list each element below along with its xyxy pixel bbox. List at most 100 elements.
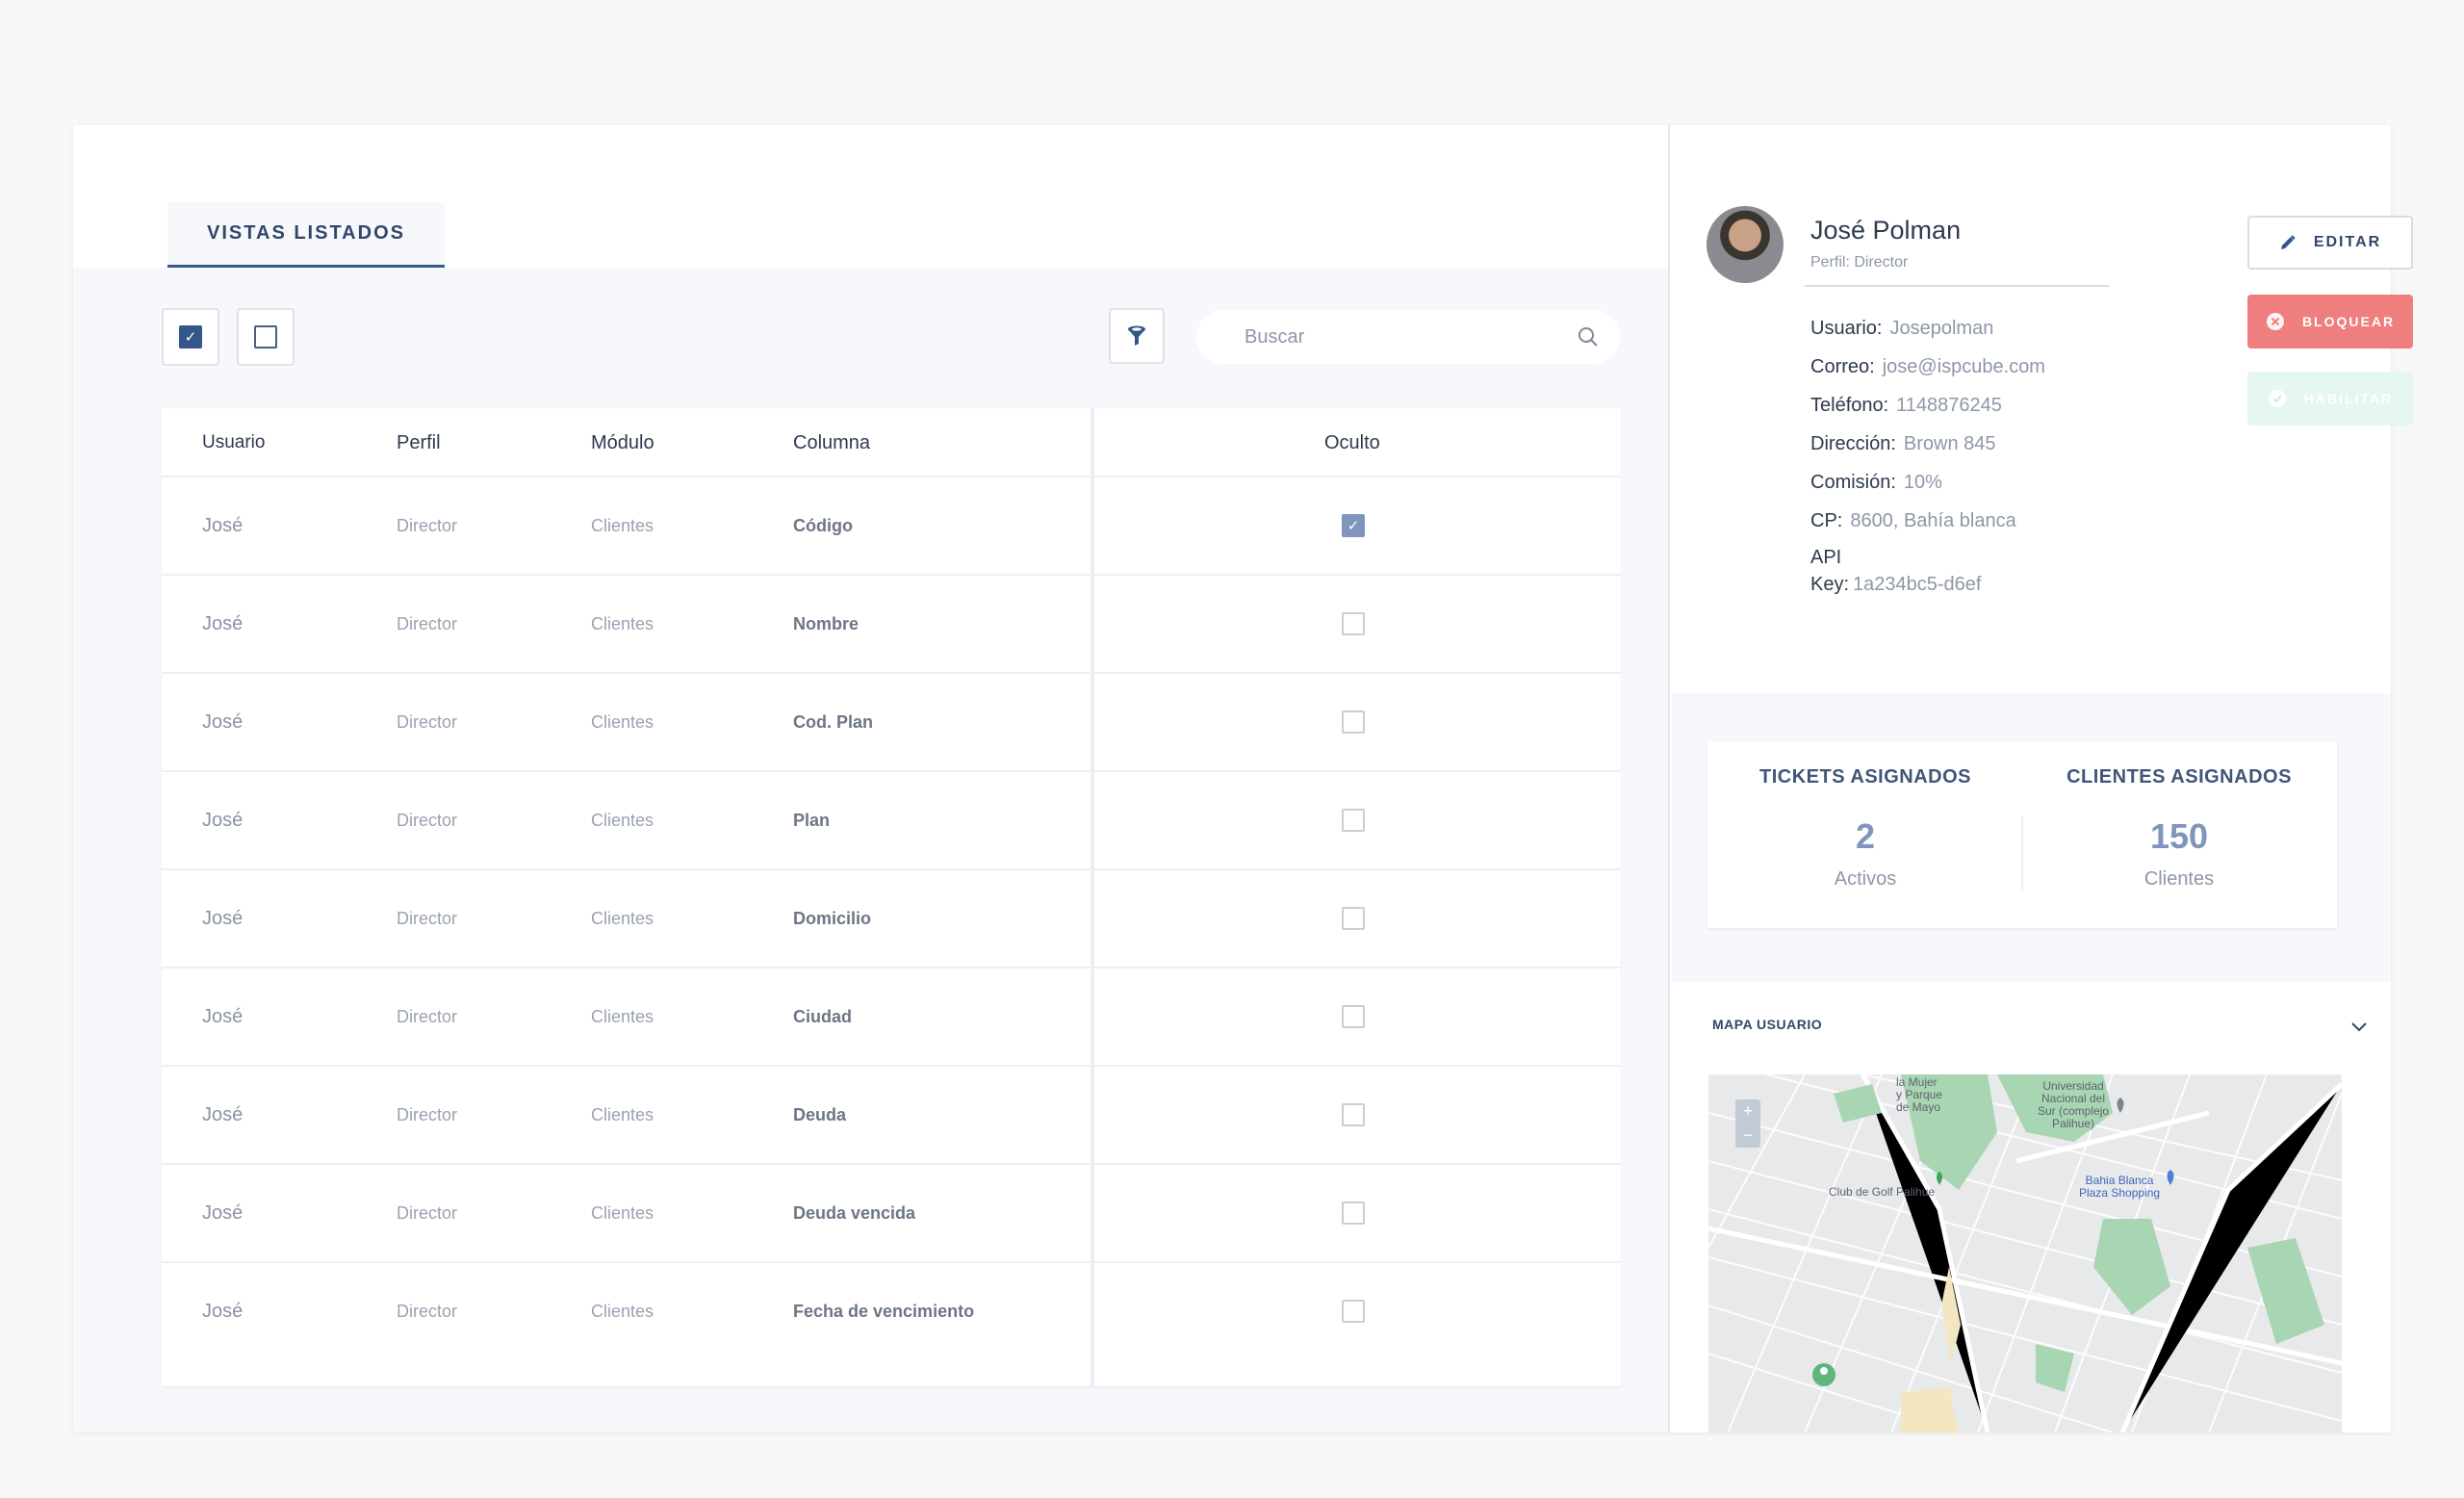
profile-field: Correo: jose@ispcube.com [1810,356,2045,378]
check-circle-icon [2268,389,2287,408]
profile-field-value: 10% [1903,472,1942,493]
table-row: José Director Clientes Domicilio [162,870,1621,969]
filter-icon [1128,325,1145,346]
map-label-universidad: Universidad Nacional del Sur (complejo P… [2038,1079,2110,1130]
oculto-checkbox[interactable] [1342,612,1365,635]
edit-label: EDITAR [2313,234,2382,250]
cell-usuario: José [202,1300,244,1322]
api-key-row: Key: 1a234bc5-d6ef [1810,574,1981,596]
table-row: José Director Clientes Fecha de vencimiento [162,1263,1621,1361]
api-key-label: Key: [1810,574,1850,595]
cell-usuario: José [202,514,244,536]
api-key-value: 1a234bc5-d6ef [1853,574,1982,595]
profile-field-label: Correo: [1810,356,1875,377]
cell-usuario: José [202,1103,244,1125]
cell-modulo: Clientes [591,1104,654,1124]
zoom-out-button[interactable]: − [1743,1125,1754,1146]
cell-columna: Nombre [793,613,860,633]
zoom-in-button[interactable]: + [1743,1101,1754,1122]
profile-field-label: Teléfono: [1810,395,1889,416]
profile-field: Usuario: Josepolman [1810,318,1993,340]
cell-columna: Deuda vencida [793,1202,916,1223]
cell-perfil: Director [397,1202,458,1223]
search-box[interactable] [1196,310,1620,364]
search-icon[interactable] [1578,326,1599,348]
profile-field: Dirección: Brown 845 [1810,433,1996,455]
profile-field-value: jose@ispcube.com [1882,356,2045,377]
select-all-checkbox[interactable]: ✓ [179,325,202,349]
cell-perfil: Director [397,1301,458,1321]
map-label-golf: Club de Golf Palihue [1829,1185,1936,1199]
profile-field-label: Usuario: [1810,318,1883,339]
stats-divider [2021,816,2023,891]
map-tiles [1708,1074,2342,1433]
cell-modulo: Clientes [591,1301,654,1321]
cell-perfil: Director [397,711,458,732]
tab-vistas-listados[interactable]: VISTAS LISTADOS [167,202,445,268]
profile-field-label: CP: [1810,510,1843,531]
table-row: José Director Clientes Deuda vencida [162,1165,1621,1263]
map-title: MAPA USUARIO [1712,1017,1823,1032]
stats-card: TICKETS ASIGNADOS 2 Activos CLIENTES ASI… [1707,741,2337,928]
filter-button[interactable] [1109,308,1165,364]
cell-columna: Deuda [793,1104,847,1124]
oculto-checkbox[interactable] [1342,710,1365,734]
close-circle-icon [2266,312,2285,331]
table-row: José Director Clientes Deuda [162,1067,1621,1165]
cell-usuario: José [202,809,244,831]
cell-modulo: Clientes [591,908,654,928]
deselect-all-checkbox[interactable] [254,325,277,349]
map-zoom-control: + − [1735,1099,1760,1148]
tickets-value: 2 [1855,816,1876,856]
profile-field-label: Dirección: [1810,433,1896,454]
clientes-sub: Clientes [2143,868,2215,890]
deselect-all-button[interactable] [237,308,295,366]
edit-button[interactable]: EDITAR [2247,216,2413,270]
cell-columna: Plan [793,810,831,830]
table-header: Usuario Perfil Módulo Columna Oculto [162,408,1621,478]
cell-modulo: Clientes [591,1006,654,1026]
tickets-sub: Activos [1834,868,1897,890]
cell-columna: Cod. Plan [793,711,874,732]
block-button[interactable]: BLOQUEAR [2247,295,2413,349]
oculto-checkbox[interactable]: ✓ [1342,514,1365,537]
cell-columna: Domicilio [793,908,872,928]
table-row: José Director Clientes Código ✓ [162,478,1621,576]
header-usuario: Usuario [202,432,266,452]
select-all-button[interactable]: ✓ [162,308,219,366]
tickets-stat: TICKETS ASIGNADOS 2 Activos [1721,741,2010,928]
oculto-checkbox[interactable] [1342,907,1365,930]
header-modulo: Módulo [591,431,654,453]
name-underline [1805,285,2109,287]
header-columna: Columna [793,431,871,453]
cell-modulo: Clientes [591,711,654,732]
oculto-checkbox[interactable] [1342,809,1365,832]
cell-usuario: José [202,907,244,929]
profile-field-label: Comisión: [1810,472,1896,493]
oculto-checkbox[interactable] [1342,1201,1365,1225]
cell-perfil: Director [397,908,458,928]
oculto-checkbox[interactable] [1342,1300,1365,1323]
cell-perfil: Director [397,1104,458,1124]
table-row: José Director Clientes Nombre [162,576,1621,674]
cell-usuario: José [202,710,244,733]
user-map[interactable]: la Mujer y Parque de Mayo Universidad Na… [1708,1074,2342,1433]
profile-name: José Polman [1810,216,1962,245]
profile-field-value: 1148876245 [1896,395,2002,416]
enable-button[interactable]: HABILITAR [2247,372,2413,426]
table-row: José Director Clientes Cod. Plan [162,674,1621,772]
cell-columna: Fecha de vencimiento [793,1301,975,1321]
cell-modulo: Clientes [591,613,654,633]
cell-columna: Ciudad [793,1006,852,1026]
profile-role: Perfil: Director [1810,254,1909,271]
clientes-value: 150 [2149,816,2209,856]
cell-usuario: José [202,612,244,634]
profile-field-value: Josepolman [1889,318,1994,339]
oculto-checkbox[interactable] [1342,1005,1365,1028]
oculto-checkbox[interactable] [1342,1103,1365,1126]
tickets-label: TICKETS ASIGNADOS [1759,766,1971,788]
avatar [1707,206,1784,283]
search-input[interactable] [1245,325,1578,349]
cell-perfil: Director [397,1006,458,1026]
cell-columna: Código [793,515,853,535]
